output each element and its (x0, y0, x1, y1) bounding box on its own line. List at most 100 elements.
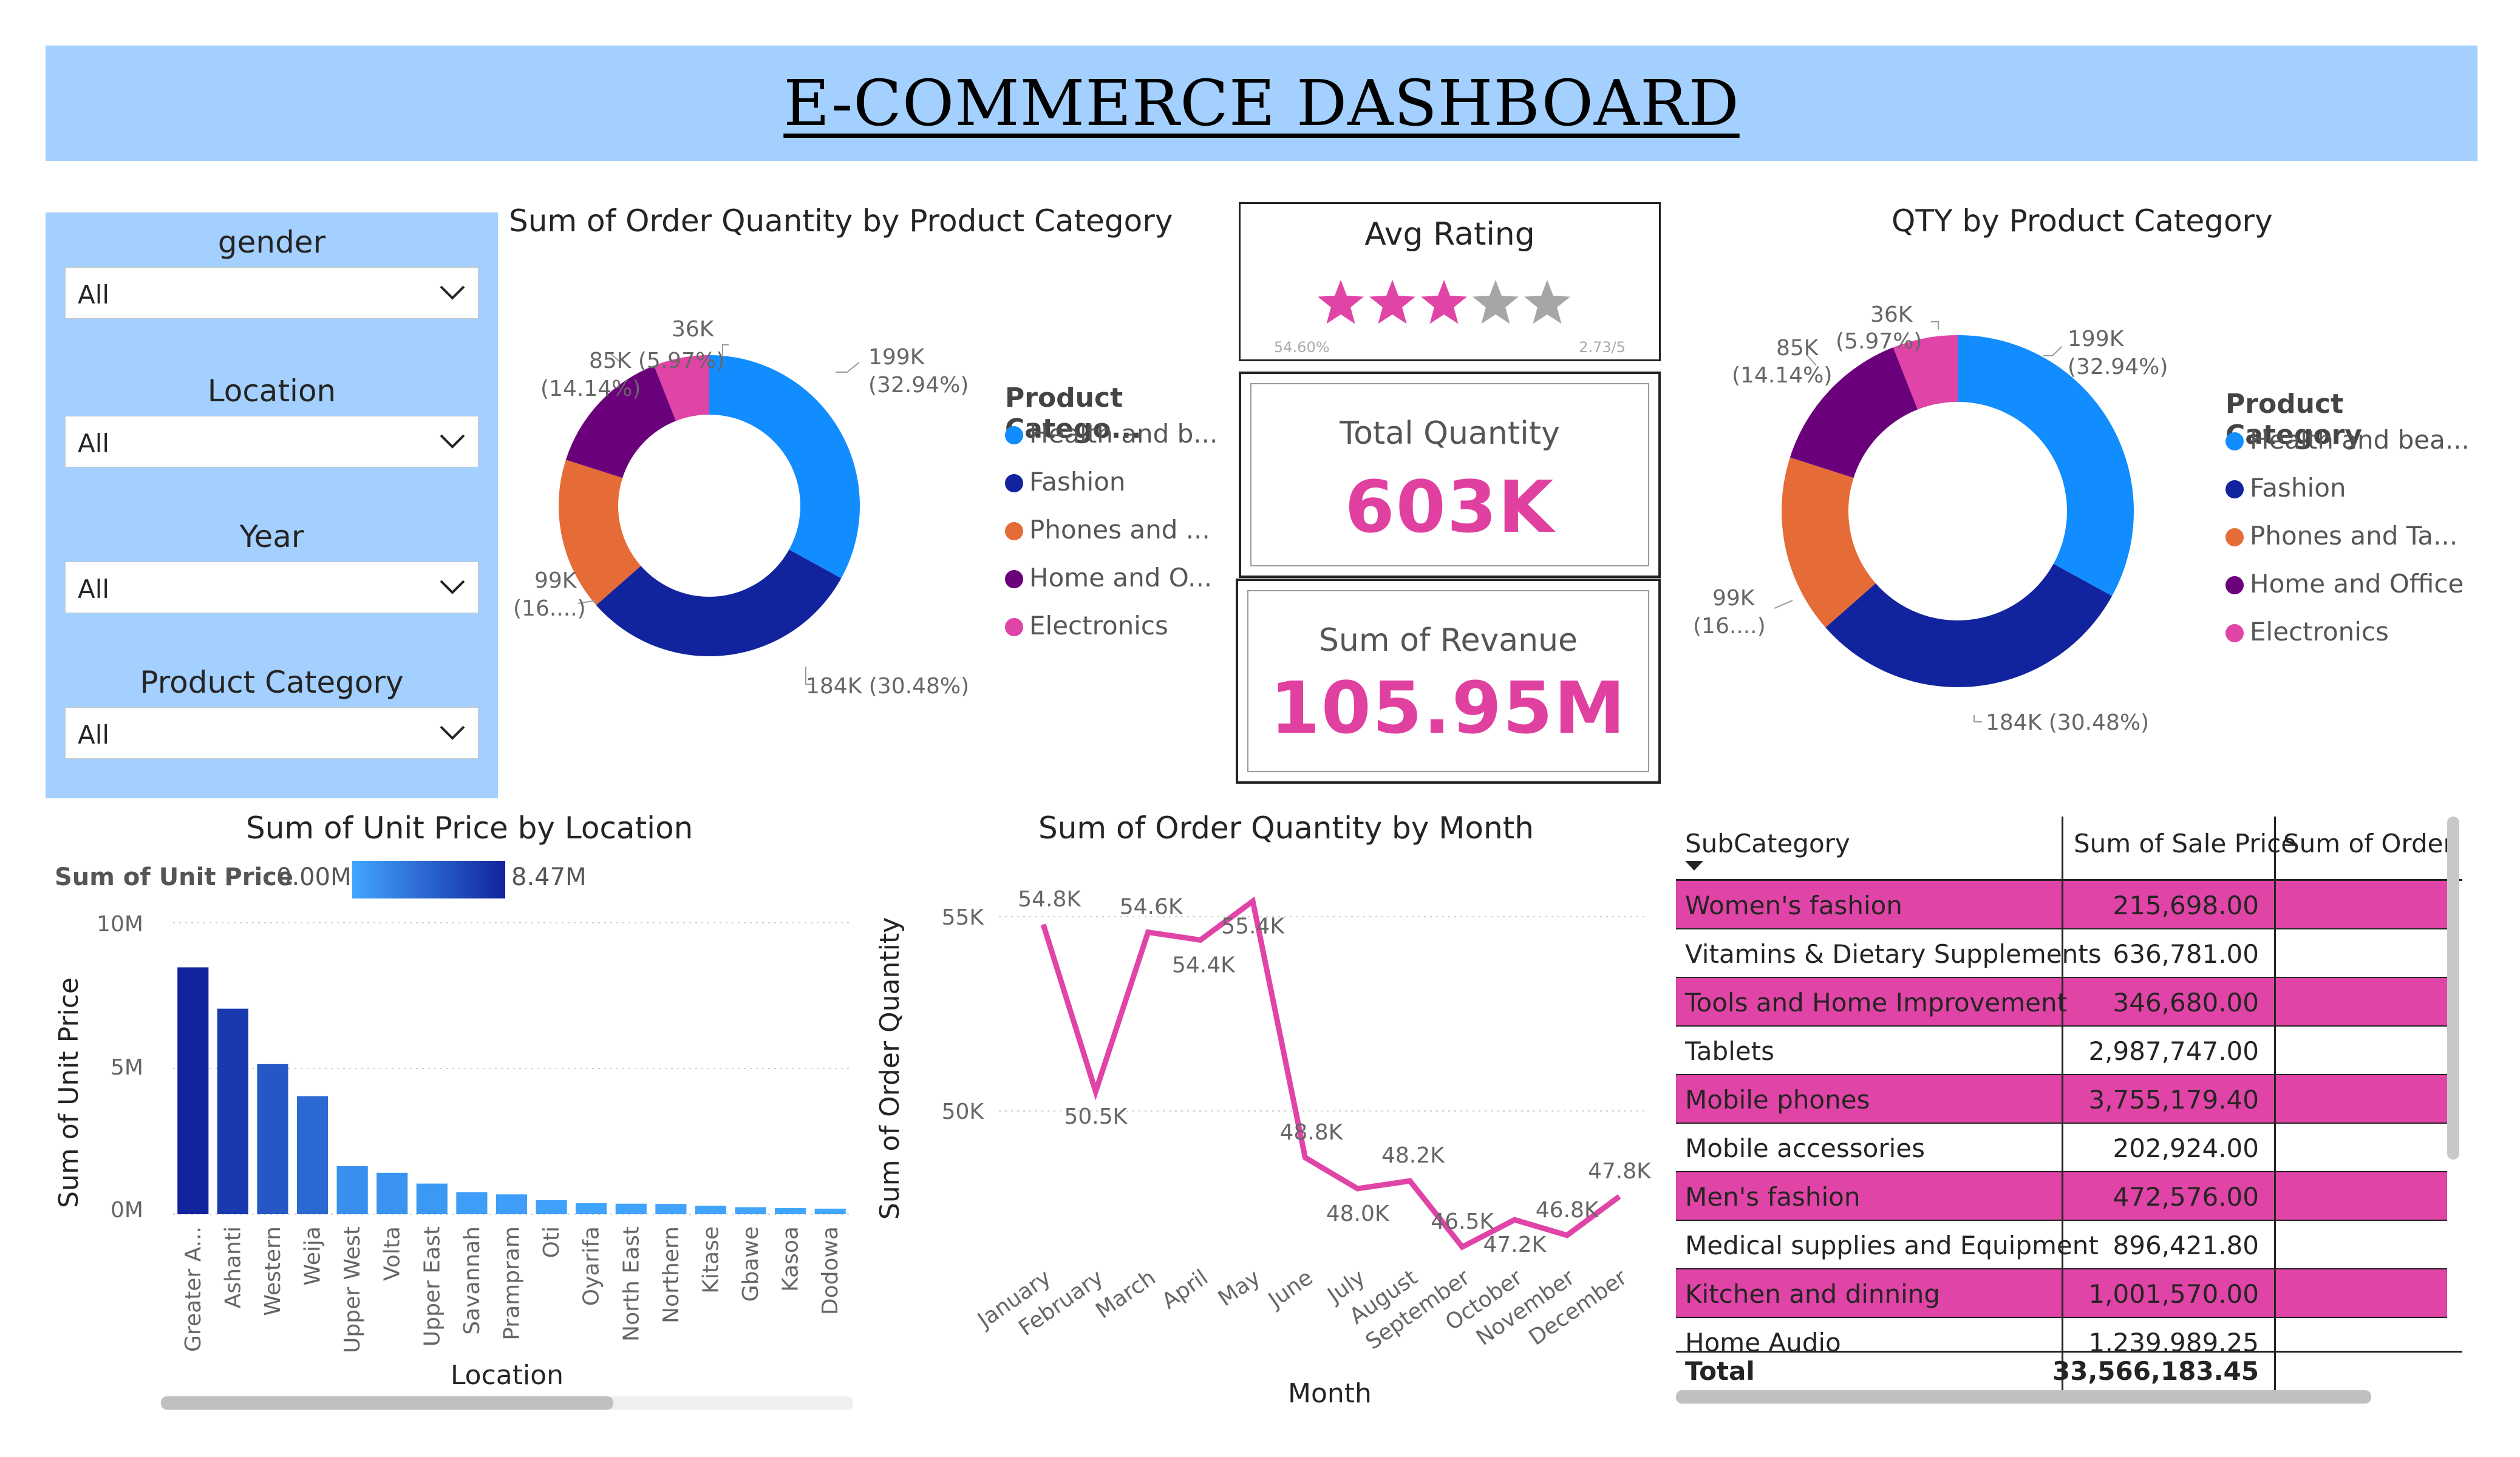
bar[interactable] (695, 1206, 727, 1214)
bar[interactable] (536, 1200, 567, 1214)
donut2-chart[interactable]: 199K (32.94%) 184K (30.48%) 99K (16....)… (1688, 285, 2216, 759)
sale-price-cell: 3,755,179.40 (2088, 1085, 2259, 1115)
x-tick-label: North East (619, 1226, 644, 1342)
x-tick-label: Savannah (460, 1226, 485, 1335)
table-header-order-qty[interactable]: Sum of Order C (2283, 829, 2462, 858)
bar[interactable] (336, 1166, 368, 1214)
subcategory-cell: Mobile accessories (1685, 1133, 1926, 1163)
legend-label: Phones and Ta... (2250, 521, 2458, 551)
bar[interactable] (376, 1172, 408, 1214)
revenue-label: Sum of Revanue (1318, 622, 1578, 659)
month-line-chart[interactable]: Sum of Order Quantity 55K 50K 54.8K 50.5K… (862, 862, 1658, 1421)
donut1-label-phones-pct: (16....) (513, 596, 586, 621)
location-dropdown[interactable]: All (65, 416, 478, 467)
donut2-legend-item[interactable]: Home and Office (2225, 569, 2481, 617)
subcategory-cell: Kitchen and dinning (1685, 1279, 1941, 1309)
bar[interactable] (456, 1192, 488, 1214)
year-dropdown[interactable]: All (65, 562, 478, 613)
donut2-legend-item[interactable]: Electronics (2225, 617, 2481, 665)
table-row[interactable]: Kitchen and dinning 1,001,570.00 (1676, 1269, 2447, 1318)
bar[interactable] (615, 1203, 647, 1214)
table-row[interactable]: Mobile accessories 202,924.00 (1676, 1124, 2447, 1172)
donut2-legend-item[interactable]: Phones and Ta... (2225, 521, 2481, 569)
donut1-legend-item[interactable]: Fashion (1005, 467, 1224, 515)
donut1-label-home: 85K (5.97%) (589, 348, 724, 373)
data-label: 47.8K (1588, 1159, 1652, 1184)
x-tick-label: Western (261, 1226, 285, 1316)
column-divider (2062, 978, 2063, 1025)
column-divider (2062, 1124, 2063, 1171)
subcategory-cell: Vitamins & Dietary Supplements (1685, 939, 2102, 969)
bar[interactable] (814, 1208, 846, 1214)
donut2-label-health: 199K (2068, 327, 2125, 352)
column-divider (2062, 1221, 2063, 1268)
x-tick-label: Kitase (698, 1226, 723, 1294)
table-row[interactable]: Men's fashion 472,576.00 (1676, 1172, 2447, 1221)
table-header-sale-price[interactable]: Sum of Sale Price (2074, 829, 2297, 858)
data-label: 50.5K (1064, 1104, 1128, 1129)
total-quantity-card: Total Quantity 603K (1239, 372, 1661, 578)
bar[interactable] (495, 1194, 528, 1214)
donut1-legend-item[interactable]: Home and O... (1005, 563, 1224, 611)
table-header-subcategory[interactable]: SubCategory (1685, 829, 1850, 858)
star-rating (1241, 277, 1659, 334)
location-x-tick-labels: Greater A... Ashanti Western Weija Upper Wes… (181, 1226, 843, 1353)
column-divider (2274, 1172, 2276, 1220)
column-divider (2274, 1027, 2276, 1074)
column-divider (2274, 1353, 2276, 1393)
donut2-legend-item[interactable]: Fashion (2225, 473, 2481, 521)
sale-price-cell: 215,698.00 (2113, 891, 2259, 920)
data-label: 47.2K (1483, 1232, 1547, 1257)
table-vertical-scrollbar[interactable] (2447, 817, 2459, 1160)
bar[interactable] (655, 1204, 687, 1214)
year-filter-label: Year (239, 519, 304, 554)
bar[interactable] (177, 967, 209, 1214)
table-row[interactable]: Medical supplies and Equipment 896,421.80 (1676, 1221, 2447, 1269)
donut1-chart[interactable]: 199K (32.94%) 184K (30.48%) 99K (16....)… (510, 285, 996, 735)
data-label: 54.6K (1120, 895, 1183, 920)
table-row[interactable]: Tools and Home Improvement 346,680.00 (1676, 978, 2447, 1027)
month-x-axis-label: Month (1288, 1378, 1372, 1409)
bar[interactable] (217, 1008, 248, 1214)
chevron-down-icon (440, 725, 465, 740)
legend-marker (2225, 576, 2244, 594)
bar[interactable] (416, 1183, 448, 1214)
donut1-legend-item[interactable]: Electronics (1005, 611, 1224, 659)
month-x-tick-labels: JanuaryFebruaryMarchApril MayJune JulyAugu… (972, 1265, 1632, 1355)
donut1-legend-title: Product Catego... (1005, 382, 1142, 444)
bar[interactable] (257, 1064, 288, 1214)
bar[interactable] (576, 1203, 607, 1214)
sort-descending-icon[interactable] (1685, 861, 1703, 872)
sale-price-cell: 2,987,747.00 (2088, 1036, 2259, 1066)
product-category-dropdown[interactable]: All (65, 707, 478, 759)
bar[interactable] (775, 1207, 806, 1214)
subcategory-table[interactable]: SubCategory Sum of Sale Price Sum of Ord… (1676, 817, 2462, 1393)
table-row[interactable]: Vitamins & Dietary Supplements 636,781.00 (1676, 929, 2447, 978)
line-series[interactable] (1040, 896, 1621, 1251)
table-header-row: SubCategory Sum of Sale Price Sum of Ord… (1676, 817, 2462, 881)
legend-label: Fashion (1029, 467, 1126, 497)
column-divider (2274, 881, 2276, 928)
table-horizontal-scrollbar[interactable] (1676, 1390, 2371, 1404)
location-chart-title: Sum of Unit Price by Location (246, 810, 693, 846)
table-row[interactable]: Women's fashion 215,698.00 (1676, 881, 2447, 929)
x-tick-label: Gbawe (738, 1226, 763, 1302)
donut-slice[interactable] (709, 355, 860, 579)
rating-score-small: 2.73/5 (1579, 339, 1626, 356)
donut1-legend-item[interactable]: Health and b... (1005, 419, 1224, 467)
table-total-label: Total (1685, 1356, 1755, 1386)
table-row[interactable]: Tablets 2,987,747.00 (1676, 1027, 2447, 1075)
location-scrollbar[interactable] (161, 1396, 613, 1410)
donut2-label-phones-pct: (16....) (1693, 614, 1766, 639)
location-bar-chart[interactable]: Sum of Unit Price 10M 5M 0M Greater A...… (36, 905, 862, 1415)
table-row[interactable]: Mobile phones 3,755,179.40 (1676, 1075, 2447, 1124)
subcategory-cell: Men's fashion (1685, 1182, 1861, 1212)
donut1-legend-item[interactable]: Phones and ... (1005, 515, 1224, 563)
month-grid (999, 916, 1646, 1112)
y-tick-label: 0M (111, 1198, 143, 1223)
gender-dropdown[interactable]: All (65, 267, 478, 319)
bar[interactable] (735, 1207, 766, 1214)
donut2-legend-item[interactable]: Health and bea... (2225, 425, 2481, 473)
location-filter-label: Location (207, 373, 336, 409)
bar[interactable] (296, 1096, 329, 1214)
